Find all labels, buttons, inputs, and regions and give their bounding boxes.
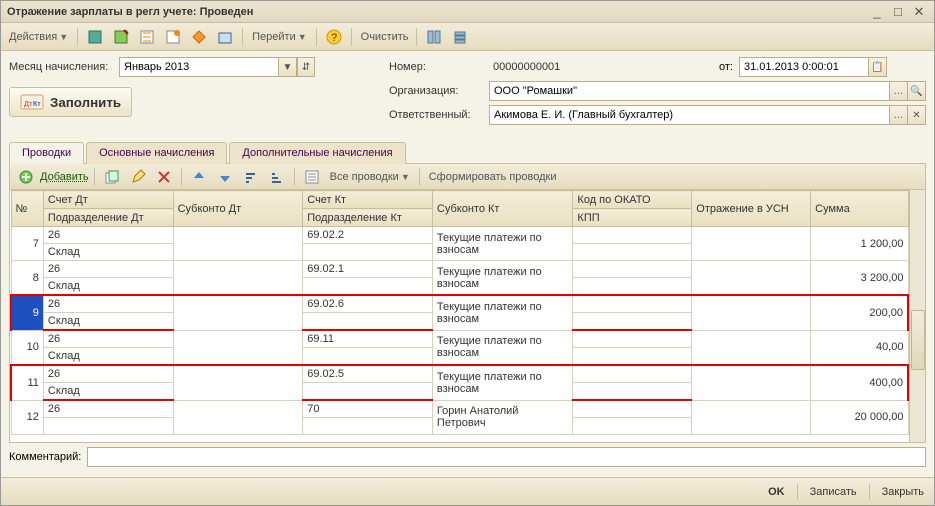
minimize-button[interactable]: _ (868, 4, 886, 19)
table-row[interactable]: 112669.02.5Текущие платежи по взносам400… (11, 365, 908, 383)
resp-input[interactable] (489, 105, 890, 125)
entries-grid[interactable]: № Счет Дт Субконто Дт Счет Кт Субконто К… (10, 190, 909, 435)
list-icon[interactable] (300, 167, 324, 187)
date-label: от: (629, 61, 739, 73)
tab-additional-accruals[interactable]: Дополнительные начисления (229, 142, 405, 164)
col-podr-dt[interactable]: Подразделение Дт (43, 209, 173, 227)
scroll-thumb[interactable] (911, 310, 925, 370)
org-label: Организация: (389, 85, 489, 97)
vertical-scrollbar[interactable] (909, 190, 925, 442)
month-dropdown-button[interactable]: ▼ (279, 57, 297, 77)
col-kpp[interactable]: КПП (573, 209, 692, 227)
move-up-icon[interactable] (187, 167, 211, 187)
actions-menu[interactable]: Действия▼ (5, 29, 72, 45)
close-doc-button[interactable]: Закрыть (882, 486, 924, 498)
window-title: Отражение зарплаты в регл учете: Проведе… (7, 6, 253, 18)
table-row[interactable]: 102669.11Текущие платежи по взносам40,00 (11, 330, 908, 348)
add-link[interactable]: Добавить (40, 171, 89, 183)
svg-text:Кт: Кт (33, 101, 41, 108)
resp-clear-button[interactable]: ✕ (908, 105, 926, 125)
form-entries-button[interactable]: Сформировать проводки (425, 169, 559, 185)
resp-label: Ответственный: (389, 109, 489, 121)
all-entries-menu[interactable]: Все проводки▼ (326, 169, 414, 185)
main-toolbar: Действия▼ Перейти▼ ? Очистить (1, 23, 934, 51)
titlebar: Отражение зарплаты в регл учете: Проведе… (1, 1, 934, 23)
month-label: Месяц начисления: (9, 61, 119, 73)
comment-input[interactable] (87, 447, 926, 467)
icon-1[interactable] (83, 27, 107, 47)
col-sub-kt[interactable]: Субконто Кт (432, 191, 572, 227)
col-acc-dt[interactable]: Счет Дт (43, 191, 173, 209)
tab-entries[interactable]: Проводки (9, 142, 84, 164)
month-input[interactable] (119, 57, 279, 77)
number-label: Номер: (389, 61, 489, 73)
table-row[interactable]: 82669.02.1Текущие платежи по взносам3 20… (11, 261, 908, 278)
sort-asc-icon[interactable] (239, 167, 263, 187)
svg-text:?: ? (331, 32, 337, 44)
svg-text:Дт: Дт (24, 101, 33, 108)
col-sub-dt[interactable]: Субконто Дт (173, 191, 303, 227)
sort-desc-icon[interactable] (265, 167, 289, 187)
maximize-button[interactable]: □ (889, 4, 907, 19)
table-row[interactable]: 72669.02.2Текущие платежи по взносам1 20… (11, 227, 908, 244)
icon-2[interactable] (109, 27, 133, 47)
col-num[interactable]: № (11, 191, 43, 227)
tab-toolbar: Добавить Все проводки▼ Сформировать пров… (9, 164, 926, 190)
org-input[interactable] (489, 81, 890, 101)
org-choose-button[interactable]: … (890, 81, 908, 101)
save-button[interactable]: Записать (810, 486, 857, 498)
icon-7[interactable] (422, 27, 446, 47)
icon-5[interactable] (187, 27, 211, 47)
date-input[interactable] (739, 57, 869, 77)
goto-menu[interactable]: Перейти▼ (248, 29, 311, 45)
close-button[interactable]: ✕ (910, 4, 928, 20)
col-acc-kt[interactable]: Счет Кт (303, 191, 433, 209)
tabs: Проводки Основные начисления Дополнитель… (9, 141, 926, 164)
icon-4[interactable] (161, 27, 185, 47)
col-okato[interactable]: Код по ОКАТО (573, 191, 692, 209)
ok-button[interactable]: OK (768, 486, 785, 498)
edit-icon[interactable] (126, 167, 150, 187)
delete-icon[interactable] (152, 167, 176, 187)
col-usn[interactable]: Отражение в УСН (692, 191, 811, 227)
table-row[interactable]: 122670Горин Анатолий Петрович20 000,00 (11, 400, 908, 418)
table-row[interactable]: 92669.02.6Текущие платежи по взносам200,… (11, 295, 908, 313)
number-value: 00000000001 (489, 60, 629, 74)
icon-8[interactable] (448, 27, 472, 47)
icon-3[interactable] (135, 27, 159, 47)
footer: OK Записать Закрыть (1, 477, 934, 505)
col-podr-kt[interactable]: Подразделение Кт (303, 209, 433, 227)
clear-button[interactable]: Очистить (357, 29, 411, 45)
help-icon[interactable]: ? (322, 27, 346, 47)
comment-label: Комментарий: (9, 451, 87, 463)
col-sum[interactable]: Сумма (811, 191, 908, 227)
org-search-button[interactable]: 🔍 (908, 81, 926, 101)
move-down-icon[interactable] (213, 167, 237, 187)
month-stepper[interactable]: ⇵ (297, 57, 315, 77)
add-icon[interactable] (14, 167, 38, 187)
icon-6[interactable] (213, 27, 237, 47)
copy-icon[interactable] (100, 167, 124, 187)
tab-main-accruals[interactable]: Основные начисления (86, 142, 227, 164)
resp-choose-button[interactable]: … (890, 105, 908, 125)
fill-button[interactable]: ДтКт Заполнить (9, 87, 132, 117)
date-calendar-button[interactable]: 📋 (869, 57, 887, 77)
